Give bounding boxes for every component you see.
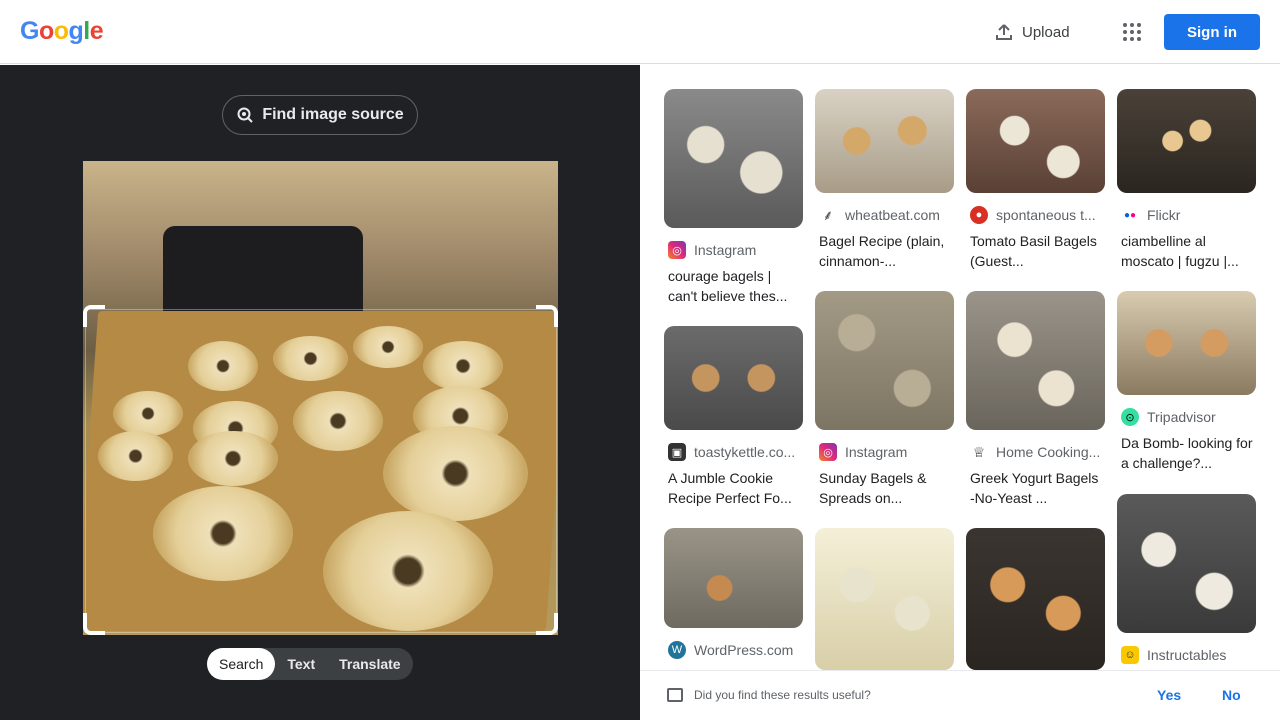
result-thumbnail[interactable] bbox=[664, 326, 803, 430]
result-title[interactable]: Tomato Basil Bagels (Guest... bbox=[966, 231, 1105, 271]
result-source: ♕ Home Cooking... bbox=[966, 440, 1105, 464]
instructables-icon: ☺ bbox=[1121, 646, 1139, 664]
apps-grid-icon[interactable] bbox=[1118, 18, 1146, 46]
result-source-label: Tripadvisor bbox=[1147, 409, 1216, 425]
result-title[interactable]: A Jumble Cookie Recipe Perfect Fo... bbox=[664, 468, 803, 508]
result-source: ⸙ wheatbeat.com bbox=[815, 203, 954, 227]
result-source-label: Flickr bbox=[1147, 207, 1181, 223]
feedback-bar: Did you find these results useful? Yes N… bbox=[640, 670, 1280, 720]
google-logo[interactable]: Google bbox=[20, 17, 104, 46]
tripadvisor-icon: ⊙ bbox=[1121, 408, 1139, 426]
result-title[interactable]: Da Bomb- looking for a challenge?... bbox=[1117, 433, 1256, 473]
result-card[interactable]: ◎ Instagram Sunday Bagels & Spreads on... bbox=[815, 291, 954, 508]
result-title[interactable]: Sunday Bagels & Spreads on... bbox=[815, 468, 954, 508]
lens-image-panel: Find image source Search Text Translate bbox=[0, 65, 640, 720]
result-card[interactable]: ● spontaneous t... Tomato Basil Bagels (G… bbox=[966, 89, 1105, 271]
result-thumbnail[interactable] bbox=[664, 528, 803, 628]
result-source: ● spontaneous t... bbox=[966, 203, 1105, 227]
result-thumbnail[interactable] bbox=[815, 528, 954, 670]
feedback-question: Did you find these results useful? bbox=[694, 688, 871, 702]
feedback-no-button[interactable]: No bbox=[1222, 687, 1241, 703]
result-thumbnail[interactable] bbox=[815, 89, 954, 193]
feedback-icon bbox=[667, 688, 683, 702]
result-source-label: Instagram bbox=[845, 444, 908, 460]
top-bar: Google Upload Sign in bbox=[0, 0, 1280, 64]
result-card[interactable]: ◎ Instagram courage bagels | can't believ… bbox=[664, 89, 803, 306]
crop-region[interactable] bbox=[85, 309, 557, 633]
instagram-icon: ◎ bbox=[668, 241, 686, 259]
result-source: ● ● Flickr bbox=[1117, 203, 1256, 227]
feedback-yes-button[interactable]: Yes bbox=[1157, 687, 1181, 703]
result-thumbnail[interactable] bbox=[966, 89, 1105, 193]
result-source: ◎ Instagram bbox=[815, 440, 954, 464]
result-card[interactable]: W WordPress.com bbox=[664, 528, 803, 662]
result-thumbnail[interactable] bbox=[1117, 89, 1256, 193]
find-image-source-label: Find image source bbox=[262, 106, 404, 123]
result-source-label: Instructables bbox=[1147, 647, 1227, 663]
result-card[interactable]: ⊙ Tripadvisor Da Bomb- looking for a chal… bbox=[1117, 291, 1256, 473]
visual-matches-grid: ◎ Instagram courage bagels | can't believ… bbox=[640, 65, 1280, 670]
upload-label: Upload bbox=[1022, 23, 1070, 41]
result-title[interactable]: ciambelline al moscato | fugzu |... bbox=[1117, 231, 1256, 271]
result-source-label: spontaneous t... bbox=[996, 207, 1096, 223]
mode-search-tab[interactable]: Search bbox=[207, 648, 276, 680]
result-source: ◎ Instagram bbox=[664, 238, 803, 262]
chef-hat-icon: ♕ bbox=[970, 443, 988, 461]
result-source-label: wheatbeat.com bbox=[845, 207, 940, 223]
toastykettle-icon: ▣ bbox=[668, 443, 686, 461]
result-thumbnail[interactable] bbox=[815, 291, 954, 430]
upload-button[interactable]: Upload bbox=[988, 17, 1076, 47]
mode-text-tab[interactable]: Text bbox=[275, 648, 327, 680]
result-title[interactable]: Greek Yogurt Bagels -No-Yeast ... bbox=[966, 468, 1105, 508]
result-title[interactable]: Bagel Recipe (plain, cinnamon-... bbox=[815, 231, 954, 271]
result-thumbnail[interactable] bbox=[1117, 494, 1256, 633]
result-card[interactable]: ● ● Flickr ciambelline al moscato | fugzu … bbox=[1117, 89, 1256, 271]
crop-handle-bottom-right[interactable] bbox=[536, 613, 558, 635]
result-source-label: Home Cooking... bbox=[996, 444, 1101, 460]
lens-mode-switcher: Search Text Translate bbox=[207, 648, 413, 680]
result-card[interactable]: ⸙ wheatbeat.com Bagel Recipe (plain, cinn… bbox=[815, 89, 954, 271]
crop-handle-top-right[interactable] bbox=[536, 305, 558, 327]
result-card[interactable]: ▣ toastykettle.co... A Jumble Cookie Reci… bbox=[664, 326, 803, 508]
wheat-icon: ⸙ bbox=[819, 206, 837, 224]
result-source: ▣ toastykettle.co... bbox=[664, 440, 803, 464]
result-thumbnail[interactable] bbox=[664, 89, 803, 228]
result-card[interactable] bbox=[966, 528, 1105, 670]
result-card[interactable]: ☺ Instructables bbox=[1117, 494, 1256, 667]
result-thumbnail[interactable] bbox=[1117, 291, 1256, 395]
instagram-icon: ◎ bbox=[819, 443, 837, 461]
flickr-icon: ● ● bbox=[1121, 206, 1139, 224]
crop-handle-bottom-left[interactable] bbox=[83, 613, 105, 635]
result-source: ☺ Instructables bbox=[1117, 643, 1256, 667]
result-thumbnail[interactable] bbox=[966, 528, 1105, 670]
result-source-label: WordPress.com bbox=[694, 642, 794, 658]
result-card[interactable] bbox=[815, 528, 954, 670]
result-source-label: toastykettle.co... bbox=[694, 444, 796, 460]
query-image[interactable] bbox=[83, 161, 558, 635]
find-image-source-button[interactable]: Find image source bbox=[222, 95, 418, 135]
tomato-icon: ● bbox=[970, 206, 988, 224]
mode-translate-tab[interactable]: Translate bbox=[327, 648, 412, 680]
result-source-label: Instagram bbox=[694, 242, 757, 258]
result-source: W WordPress.com bbox=[664, 638, 803, 662]
crop-handle-top-left[interactable] bbox=[83, 305, 105, 327]
result-thumbnail[interactable] bbox=[966, 291, 1105, 430]
upload-icon bbox=[996, 24, 1012, 40]
sign-in-button[interactable]: Sign in bbox=[1164, 14, 1260, 50]
result-card[interactable]: ♕ Home Cooking... Greek Yogurt Bagels -No… bbox=[966, 291, 1105, 508]
result-source: ⊙ Tripadvisor bbox=[1117, 405, 1256, 429]
result-title[interactable]: courage bagels | can't believe thes... bbox=[664, 266, 803, 306]
lens-search-icon bbox=[237, 107, 254, 123]
wordpress-icon: W bbox=[668, 641, 686, 659]
